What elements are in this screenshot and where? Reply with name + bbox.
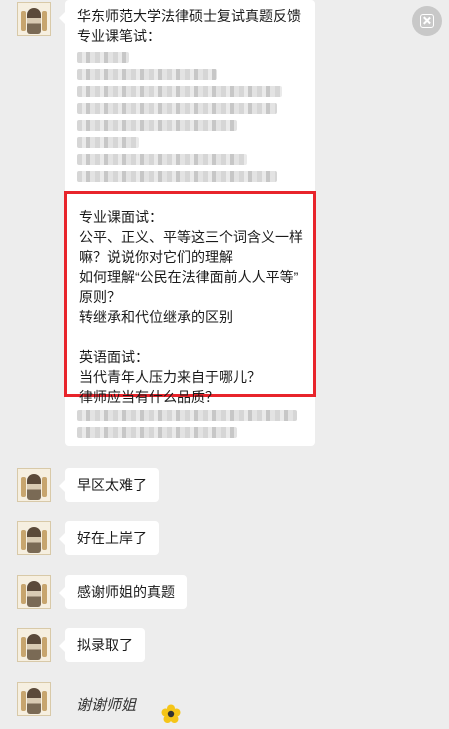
- avatar[interactable]: [17, 468, 51, 502]
- oral-question-line: 嘛？说说你对它们的理解: [79, 249, 233, 265]
- message-bubble[interactable]: 拟录取了: [59, 628, 145, 662]
- avatar[interactable]: [17, 521, 51, 555]
- blurred-footer-text: [77, 404, 297, 444]
- flower-icon: [161, 704, 181, 723]
- avatar[interactable]: [17, 628, 51, 662]
- message-text: 好在上岸了: [77, 530, 147, 546]
- avatar[interactable]: [17, 682, 51, 716]
- message-header-line: 专业课笔试：: [77, 28, 161, 44]
- highlight-box-oral-exam: 专业课面试： 公平、正义、平等这三个词含义一样 嘛？说说你对它们的理解 如何理解…: [64, 191, 316, 405]
- oral-question-line: 转继承和代位继承的区别: [79, 309, 233, 325]
- close-icon[interactable]: [412, 6, 442, 36]
- avatar[interactable]: [17, 575, 51, 609]
- message-bubble[interactable]: 好在上岸了: [59, 521, 159, 555]
- english-question-line: 当代青年人压力来自于哪儿？: [79, 369, 261, 385]
- english-question-line: 律师应当有什么品质？: [79, 389, 219, 405]
- message-bubble[interactable]: 感谢师姐的真题: [59, 575, 187, 609]
- oral-exam-title: 专业课面试：: [79, 209, 163, 225]
- message-bubble[interactable]: 早区太难了: [59, 468, 159, 502]
- message-text: 早区太难了: [77, 477, 147, 493]
- oral-question-line: 如何理解“公民在法律面前人人平等”: [79, 269, 299, 285]
- message-header-line: 华东师范大学法律硕士复试真题反馈: [77, 8, 301, 24]
- oral-question-line: 原则？: [79, 289, 121, 305]
- sticker-message[interactable]: 谢谢师姐: [76, 690, 196, 729]
- english-exam-title: 英语面试：: [79, 349, 149, 365]
- sticker-text: 谢谢师姐: [76, 696, 137, 714]
- message-text: 拟录取了: [77, 637, 133, 653]
- blurred-written-exam-text: [77, 52, 303, 182]
- message-text: 感谢师姐的真题: [77, 584, 175, 600]
- oral-question-line: 公平、正义、平等这三个词含义一样: [79, 229, 303, 245]
- avatar[interactable]: [17, 2, 51, 36]
